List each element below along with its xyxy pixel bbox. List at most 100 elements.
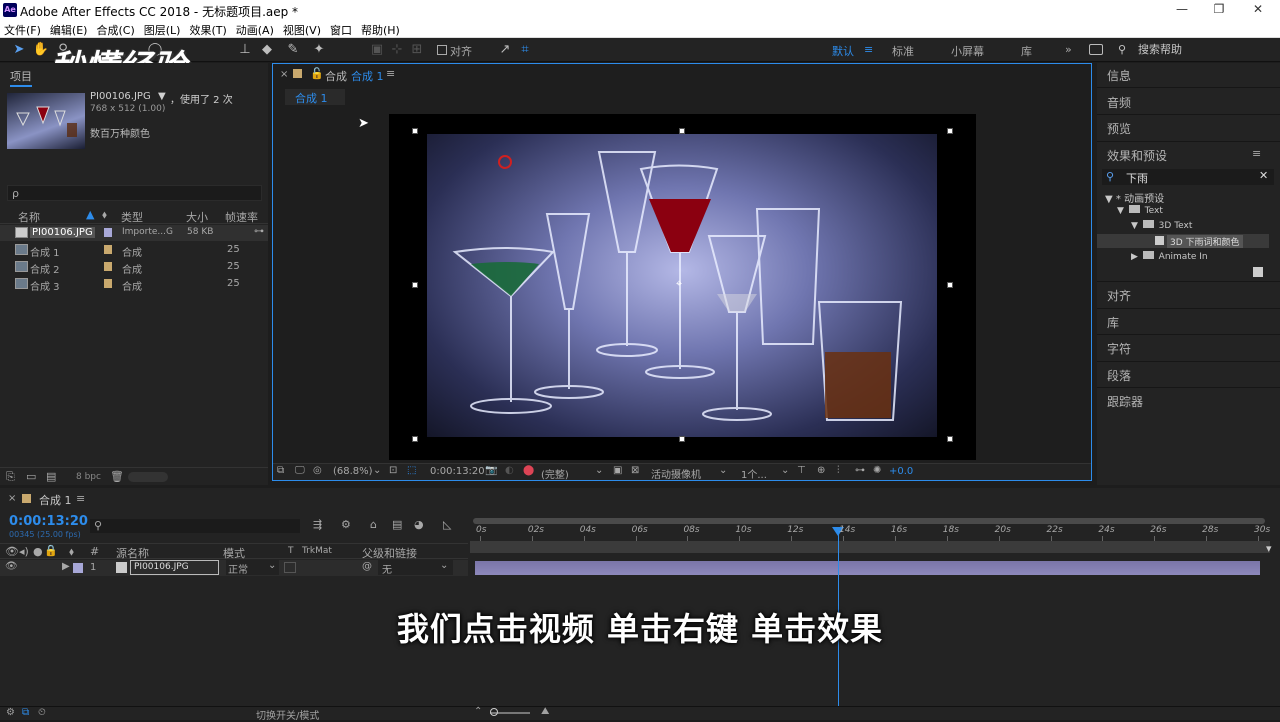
menu-file[interactable]: 文件(F) — [0, 20, 46, 38]
preview-panel-tab[interactable]: 预览 — [1107, 120, 1131, 137]
timeline-current-time[interactable]: 0:00:13:20 — [9, 514, 88, 529]
effects-presets-title[interactable]: 效果和预设 — [1107, 147, 1167, 164]
timeline-search-input[interactable]: ⚲ — [90, 519, 300, 533]
audio-icon[interactable]: ◂) — [19, 545, 29, 558]
transform-handle[interactable] — [412, 282, 418, 288]
graph-editor-icon[interactable]: ◺ — [443, 518, 451, 531]
zoom-out-icon[interactable]: ⌃ — [474, 706, 482, 717]
maximize-button[interactable]: ❐ — [1204, 2, 1234, 16]
column-source-name[interactable]: 源名称 — [116, 545, 149, 561]
project-tab[interactable]: 项目 — [10, 68, 32, 87]
label-color-swatch[interactable] — [104, 279, 112, 288]
snap-icon[interactable]: ↗ — [496, 41, 514, 59]
zoom-slider-thumb[interactable] — [490, 708, 498, 716]
parent-dropdown[interactable]: 无 ⌄ — [378, 560, 453, 576]
timeline-tab[interactable]: 合成 1 — [39, 492, 72, 508]
hand-tool-icon[interactable]: ✋ — [32, 41, 50, 59]
tree-item-animate-in[interactable]: ▶ Animate In — [1131, 251, 1208, 262]
stamp-tool-icon[interactable]: ⊥ — [236, 41, 254, 59]
workspace-sync-icon[interactable] — [1089, 44, 1103, 55]
project-search-input[interactable]: ρ — [7, 185, 262, 201]
reset-exposure-icon[interactable]: ⊕ — [817, 465, 825, 476]
menu-help[interactable]: 帮助(H) — [357, 20, 405, 38]
project-item-row[interactable]: 合成 3 合成 25 — [0, 276, 268, 293]
expand-triangle-icon[interactable]: ▼ — [1117, 206, 1124, 216]
world-axis-icon[interactable]: ⊹ — [388, 41, 406, 59]
tree-item-text[interactable]: ▼ Text — [1117, 205, 1163, 216]
panel-menu-icon[interactable]: ≡ — [1252, 147, 1261, 160]
workspace-menu-icon[interactable]: ≡ — [864, 43, 873, 56]
menu-view[interactable]: 视图(V) — [279, 20, 326, 38]
library-panel-tab[interactable]: 库 — [1107, 314, 1119, 331]
label-color-swatch[interactable] — [104, 228, 112, 237]
panel-menu-icon[interactable]: ≡ — [386, 67, 395, 80]
comp-canvas[interactable]: ⌖ — [389, 114, 976, 460]
anchor-point-icon[interactable]: ⌖ — [676, 277, 682, 291]
audio-panel-tab[interactable]: 音频 — [1107, 94, 1131, 111]
column-t[interactable]: T — [288, 546, 294, 556]
tree-item-selected-preset[interactable]: 3D 下雨词和颜色 — [1097, 234, 1269, 248]
timeline-icon[interactable]: ⫶ — [837, 465, 840, 476]
menu-edit[interactable]: 编辑(E) — [46, 20, 93, 38]
workspace-default[interactable]: 默认 — [832, 43, 854, 59]
roto-brush-icon[interactable]: ✎ — [284, 41, 302, 59]
comp-panel-name[interactable]: 合成 1 — [351, 68, 384, 84]
color-channels-icon[interactable]: ⬤ — [523, 465, 534, 476]
close-button[interactable]: ✕ — [1243, 2, 1273, 16]
fast-preview-icon[interactable]: ▣ — [613, 465, 622, 476]
monitor-icon[interactable]: 🖵 — [295, 465, 305, 476]
column-trkmat[interactable]: TrkMat — [302, 546, 332, 556]
lock-icon[interactable]: 🔓 — [310, 67, 324, 80]
align-panel-tab[interactable]: 对齐 — [1107, 287, 1131, 304]
align-checkbox[interactable] — [437, 45, 447, 55]
workspace-small-screen[interactable]: 小屏幕 — [951, 43, 984, 59]
project-item-row[interactable]: 合成 2 合成 25 — [0, 259, 268, 276]
draft-3d-icon[interactable]: ⚙ — [341, 518, 351, 531]
camera-snapshot-icon[interactable]: 📷 — [485, 465, 497, 476]
layer-visibility-icon[interactable]: 👁 — [5, 561, 18, 572]
usage-dropdown-icon[interactable]: ▼ — [158, 91, 166, 102]
close-panel-icon[interactable]: × — [8, 493, 16, 504]
layer-name[interactable]: PI00106.JPG — [130, 560, 219, 575]
work-area-bar[interactable] — [470, 541, 1270, 553]
transform-handle[interactable] — [412, 128, 418, 134]
transform-handle[interactable] — [679, 436, 685, 442]
workspace-library[interactable]: 库 — [1021, 43, 1032, 59]
lock-column-icon[interactable]: 🔒 — [44, 544, 58, 557]
show-snapshot-icon[interactable]: ◐ — [505, 465, 514, 476]
menu-layer[interactable]: 图层(L) — [140, 20, 186, 38]
trash-icon[interactable]: 🗑 — [110, 470, 124, 483]
search-help-input[interactable]: ⚲ 搜索帮助 — [1114, 41, 1274, 59]
puppet-pin-icon[interactable]: ✦ — [310, 41, 328, 59]
layer-label-swatch[interactable] — [73, 563, 83, 573]
tree-item-3d-text[interactable]: ▼ 3D Text — [1131, 220, 1192, 231]
comp-flowchart-tab[interactable]: 合成 1 — [285, 89, 345, 105]
thumbnail-slider[interactable] — [128, 472, 168, 482]
transform-handle[interactable] — [679, 128, 685, 134]
transform-handle[interactable] — [947, 282, 953, 288]
column-parent[interactable]: 父级和链接 — [362, 545, 417, 561]
label-color-swatch[interactable] — [104, 245, 112, 254]
minimize-button[interactable]: — — [1167, 2, 1197, 16]
workspace-overflow-icon[interactable]: » — [1065, 43, 1072, 56]
interpret-footage-icon[interactable]: ⎘ — [6, 470, 15, 484]
region-of-interest-icon[interactable]: ⬚ — [407, 465, 416, 476]
clear-search-icon[interactable]: ✕ — [1259, 169, 1268, 182]
comp-mini-flowchart-icon[interactable]: ⇶ — [313, 518, 322, 531]
menu-effect[interactable]: 效果(T) — [185, 20, 231, 38]
workspace-standard[interactable]: 标准 — [892, 43, 914, 59]
local-axis-icon[interactable]: ▣ — [368, 41, 386, 59]
preserve-transparency-checkbox[interactable] — [284, 562, 296, 573]
bpc-indicator[interactable]: 8 bpc — [76, 472, 101, 482]
column-type[interactable]: 类型 — [121, 209, 143, 225]
sort-ascending-icon[interactable]: ▲ — [86, 208, 94, 221]
chevron-down-icon[interactable]: ⌄ — [719, 465, 727, 476]
transform-handle[interactable] — [412, 436, 418, 442]
expand-layer-icon[interactable]: ▶ — [62, 561, 70, 572]
flowchart-icon[interactable]: ⊶ — [254, 226, 264, 237]
menu-window[interactable]: 窗口 — [326, 20, 357, 38]
column-name[interactable]: 名称 — [18, 209, 40, 225]
layer-switches-icon[interactable]: ⚙ — [6, 707, 15, 718]
info-panel-tab[interactable]: 信息 — [1107, 67, 1131, 84]
column-framerate[interactable]: 帧速率 — [225, 209, 258, 225]
